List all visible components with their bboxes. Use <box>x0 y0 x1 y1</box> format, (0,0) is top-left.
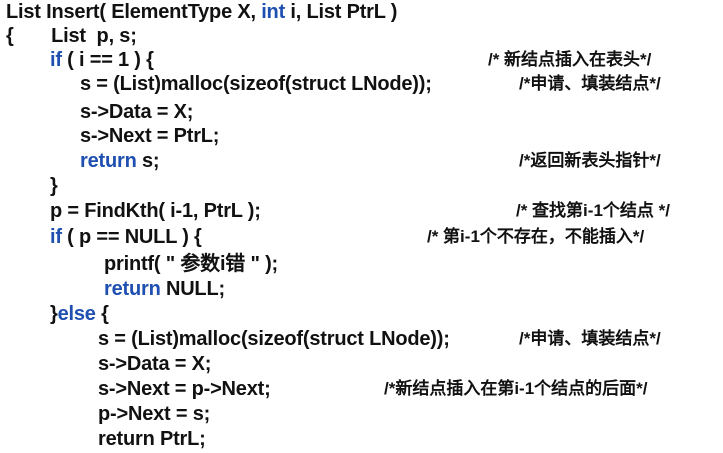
code-comment-9: /* 查找第i-1个结点 */ <box>516 201 670 220</box>
code-comment-7: /*返回新表头指针*/ <box>519 151 661 170</box>
code-line-10: if ( p == NULL ) { <box>50 225 202 249</box>
keyword-if: if <box>50 226 62 248</box>
code-text: { <box>95 303 109 325</box>
code-line-2: { List p, s; <box>6 24 137 48</box>
code-text: s = (List)malloc(sizeof(struct LNode)); <box>80 73 432 95</box>
code-text: s->Data = X; <box>80 101 194 123</box>
code-line-11: printf( " 参数i错 " ); <box>104 252 278 276</box>
code-text: } <box>50 175 58 197</box>
code-text: ( p == NULL ) { <box>61 226 202 248</box>
code-line-3: if ( i == 1 ) { <box>50 48 154 72</box>
code-text: ( i == 1 ) { <box>61 49 154 71</box>
code-line-16: s->Next = p->Next; <box>98 377 271 401</box>
code-text: NULL; <box>160 278 225 300</box>
code-comment-4: /*申请、填装结点*/ <box>519 74 661 93</box>
code-text: i, List PtrL ) <box>285 1 398 23</box>
code-text: List Insert( ElementType X, <box>6 1 262 23</box>
code-text: s; <box>136 150 160 172</box>
keyword-if: if <box>50 49 62 71</box>
code-line-8: } <box>50 174 58 198</box>
code-line-5: s->Data = X; <box>80 100 193 124</box>
keyword-else: else <box>57 303 96 325</box>
keyword-return: return <box>80 150 137 172</box>
code-text: s->Data = X; <box>98 353 212 375</box>
code-line-1: List Insert( ElementType X, int i, List … <box>6 0 397 24</box>
code-line-12: return NULL; <box>104 277 225 301</box>
code-listing: List Insert( ElementType X, int i, List … <box>0 0 723 453</box>
code-line-4: s = (List)malloc(sizeof(struct LNode)); <box>80 72 432 96</box>
code-line-6: s->Next = PtrL; <box>80 124 219 148</box>
keyword-int: int <box>261 1 286 23</box>
code-text: s->Next = p->Next; <box>98 378 271 400</box>
code-line-14: s = (List)malloc(sizeof(struct LNode)); <box>98 327 450 351</box>
code-text: } <box>50 303 58 325</box>
code-text: p = FindKth( i-1, PtrL ); <box>50 200 261 222</box>
code-line-13: }else { <box>50 302 109 326</box>
code-text: { List p, s; <box>6 25 137 47</box>
code-text: printf( " 参数i错 " ); <box>104 253 279 275</box>
code-comment-16: /*新结点插入在第i-1个结点的后面*/ <box>384 379 648 398</box>
code-comment-10: /* 第i-1个不存在，不能插入*/ <box>427 227 645 246</box>
code-line-18: return PtrL; <box>98 427 206 451</box>
code-line-15: s->Data = X; <box>98 352 211 376</box>
code-line-9: p = FindKth( i-1, PtrL ); <box>50 199 261 223</box>
keyword-return: return <box>104 278 161 300</box>
code-line-7: return s; <box>80 149 160 173</box>
code-comment-3: /* 新结点插入在表头*/ <box>488 50 652 69</box>
code-text: s->Next = PtrL; <box>80 125 220 147</box>
code-comment-14: /*申请、填装结点*/ <box>519 329 661 348</box>
code-line-17: p->Next = s; <box>98 402 210 426</box>
code-text: return PtrL; <box>98 428 206 450</box>
code-text: p->Next = s; <box>98 403 211 425</box>
code-text: s = (List)malloc(sizeof(struct LNode)); <box>98 328 450 350</box>
